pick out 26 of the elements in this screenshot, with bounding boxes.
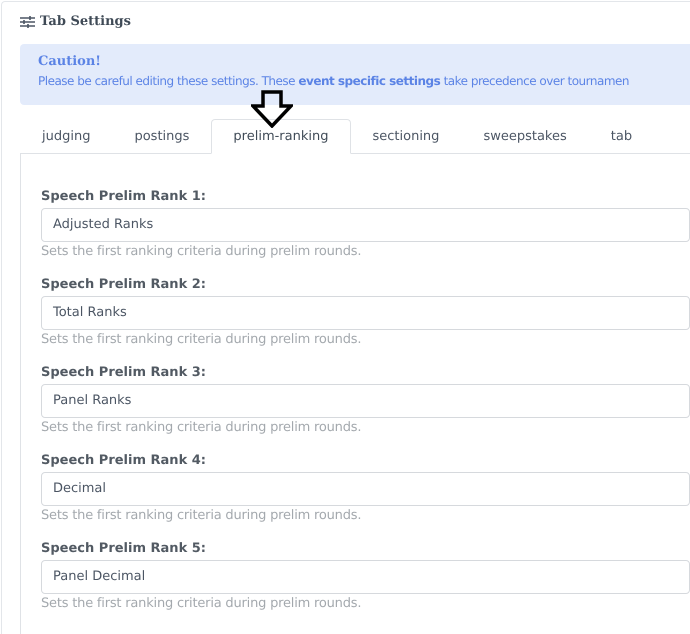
tab[interactable]: prelim-ranking <box>211 119 350 154</box>
sliders-icon <box>20 16 35 28</box>
help-text: Sets the first ranking criteria during prelim rounds. <box>41 243 362 261</box>
card-title: Tab Settings <box>40 13 131 32</box>
tab[interactable]: tab <box>588 119 654 154</box>
help-text: Sets the first ranking criteria during prelim rounds. <box>41 595 362 613</box>
select-field[interactable]: Panel Decimal <box>41 560 690 594</box>
help-text: Sets the first ranking criteria during prelim rounds. <box>41 507 362 525</box>
field-label: Speech Prelim Rank 5: <box>41 540 207 558</box>
field-label: Speech Prelim Rank 2: <box>41 276 207 294</box>
alert-heading: Caution! <box>38 53 102 71</box>
field-label: Speech Prelim Rank 4: <box>41 452 207 470</box>
down-arrow-icon <box>251 90 293 128</box>
alert-text: Please be careful editing these settings. These event specific settings take precedence over tournamen <box>38 73 630 90</box>
select-field[interactable]: Panel Ranks <box>41 384 690 418</box>
select-field[interactable]: Total Ranks <box>41 296 690 330</box>
field-label: Speech Prelim Rank 1: <box>41 188 207 206</box>
tab[interactable]: judging <box>20 119 112 154</box>
tab[interactable]: postings <box>112 119 212 154</box>
field-label: Speech Prelim Rank 3: <box>41 364 207 382</box>
help-text: Sets the first ranking criteria during prelim rounds. <box>41 419 362 437</box>
select-field[interactable]: Adjusted Ranks <box>41 208 690 242</box>
select-field[interactable]: Decimal <box>41 472 690 506</box>
tab[interactable]: sectioning <box>350 119 462 154</box>
tab[interactable]: sweepstakes <box>461 119 589 154</box>
help-text: Sets the first ranking criteria during prelim rounds. <box>41 331 362 349</box>
